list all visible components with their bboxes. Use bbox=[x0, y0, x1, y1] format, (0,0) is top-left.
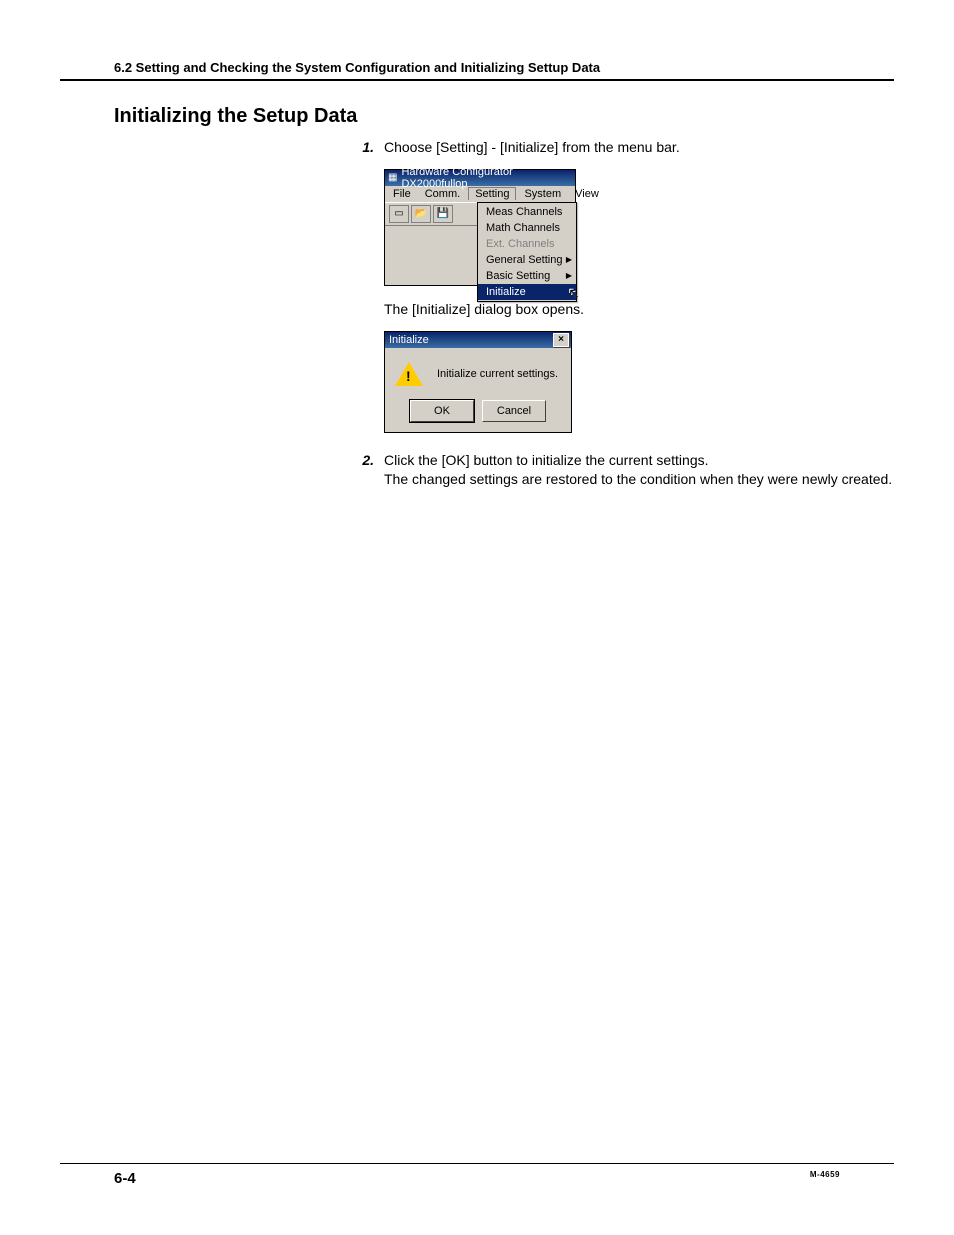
figure-dialog-screenshot: Initialize × Initialize current settings… bbox=[384, 331, 894, 433]
new-file-icon: ▭ bbox=[394, 208, 403, 219]
section-title: Initializing the Setup Data bbox=[114, 105, 894, 128]
dropdown-initialize-label: Initialize bbox=[486, 286, 526, 298]
dialog-title: Initialize bbox=[389, 334, 429, 346]
app-icon: ▦ bbox=[388, 172, 397, 183]
dialog-body: Initialize current settings. bbox=[385, 348, 571, 400]
dialog-message: Initialize current settings. bbox=[437, 368, 558, 380]
ok-button[interactable]: OK bbox=[410, 400, 474, 422]
close-icon: × bbox=[558, 335, 564, 345]
toolbar-open-button[interactable]: 📂 bbox=[411, 205, 431, 223]
dropdown-meas-channels[interactable]: Meas Channels bbox=[478, 204, 576, 220]
initialize-dialog: Initialize × Initialize current settings… bbox=[384, 331, 572, 433]
step-2: 2. Click the [OK] button to initialize t… bbox=[350, 451, 894, 489]
dropdown-general-setting[interactable]: General Setting ▶ bbox=[478, 252, 576, 268]
app-window: ▦ Hardware Configurator DX2000fullop Fil… bbox=[384, 169, 576, 286]
menu-system[interactable]: System bbox=[518, 188, 567, 200]
page-footer: 6-4 M-4659 bbox=[60, 1163, 894, 1187]
step-1: 1. Choose [Setting] - [Initialize] from … bbox=[350, 138, 894, 157]
running-header: 6.2 Setting and Checking the System Conf… bbox=[60, 60, 894, 81]
dropdown-ext-channels: Ext. Channels bbox=[478, 236, 576, 252]
step-1-text: Choose [Setting] - [Initialize] from the… bbox=[384, 138, 680, 157]
page-number: 6-4 bbox=[114, 1170, 136, 1187]
menu-bar: File Comm. Setting System View bbox=[385, 186, 575, 202]
open-folder-icon: 📂 bbox=[415, 208, 427, 219]
dropdown-basic-setting[interactable]: Basic Setting ▶ bbox=[478, 268, 576, 284]
menu-file[interactable]: File bbox=[387, 188, 417, 200]
dialog-button-row: OK Cancel bbox=[385, 400, 571, 432]
warning-icon bbox=[395, 362, 423, 386]
save-disk-icon: 💾 bbox=[437, 208, 449, 219]
app-title: Hardware Configurator DX2000fullop bbox=[401, 166, 572, 190]
submenu-arrow-icon: ▶ bbox=[566, 255, 572, 264]
step-2-number: 2. bbox=[350, 451, 374, 489]
figure-menu-screenshot: ▦ Hardware Configurator DX2000fullop Fil… bbox=[384, 169, 894, 286]
toolbar-save-button[interactable]: 💾 bbox=[433, 205, 453, 223]
dropdown-math-channels[interactable]: Math Channels bbox=[478, 220, 576, 236]
step-2-line2: The changed settings are restored to the… bbox=[384, 470, 892, 489]
submenu-arrow-icon: ▶ bbox=[566, 271, 572, 280]
after-menu-text: The [Initialize] dialog box opens. bbox=[384, 300, 894, 319]
menu-setting[interactable]: Setting bbox=[468, 187, 516, 200]
dropdown-initialize[interactable]: Initialize ↖ bbox=[478, 284, 576, 300]
dropdown-general-label: General Setting bbox=[486, 254, 562, 266]
app-titlebar: ▦ Hardware Configurator DX2000fullop bbox=[385, 170, 575, 186]
step-2-line1: Click the [OK] button to initialize the … bbox=[384, 451, 892, 470]
menu-comm[interactable]: Comm. bbox=[419, 188, 466, 200]
menu-view[interactable]: View bbox=[569, 188, 605, 200]
toolbar-new-button[interactable]: ▭ bbox=[389, 205, 409, 223]
dropdown-basic-label: Basic Setting bbox=[486, 270, 550, 282]
doc-number: M-4659 bbox=[810, 1170, 840, 1187]
setting-dropdown: Meas Channels Math Channels Ext. Channel… bbox=[477, 202, 577, 302]
cancel-button[interactable]: Cancel bbox=[482, 400, 546, 422]
step-1-number: 1. bbox=[350, 138, 374, 157]
dialog-titlebar: Initialize × bbox=[385, 332, 571, 348]
dialog-close-button[interactable]: × bbox=[553, 333, 569, 347]
